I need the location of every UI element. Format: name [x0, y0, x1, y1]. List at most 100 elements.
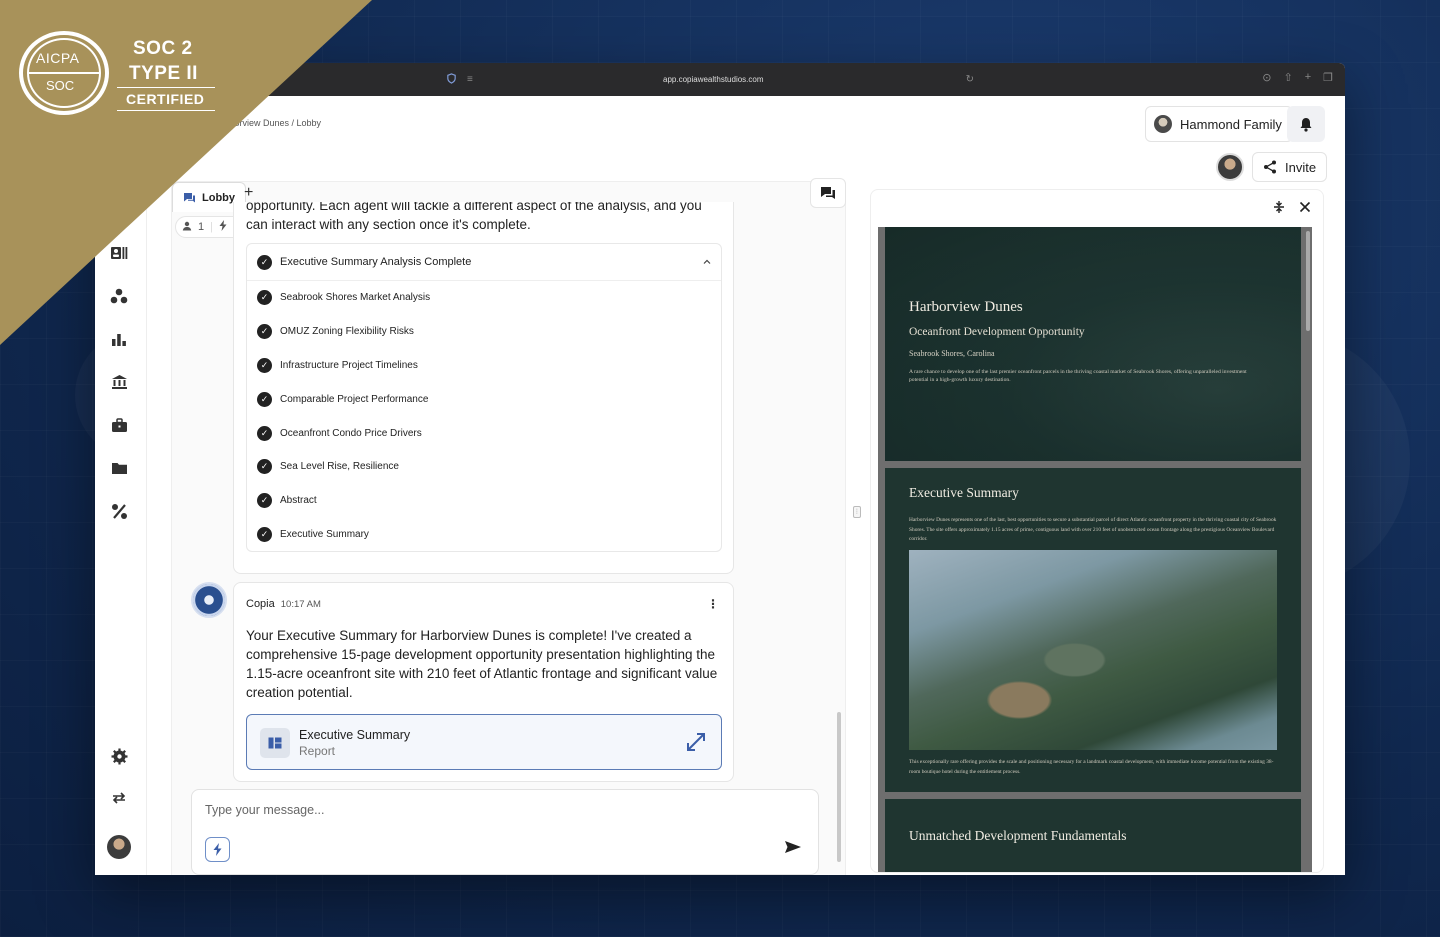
checklist-item-label: Abstract — [280, 495, 317, 507]
check-icon: ✓ — [257, 290, 272, 306]
copia-avatar — [191, 582, 227, 618]
app-root: Harborview Dunes / Lobby Hammond Family — [95, 96, 1345, 875]
slide-description: A rare chance to develop one of the last… — [909, 369, 1247, 383]
chevron-up-icon[interactable] — [703, 256, 711, 267]
user-avatar[interactable] — [107, 835, 131, 859]
chart-icon[interactable] — [109, 329, 129, 349]
badge-divider — [29, 72, 99, 74]
left-sidebar — [95, 151, 147, 875]
new-tab-icon[interactable]: + — [1305, 71, 1311, 84]
badge-rule — [117, 110, 215, 111]
notifications-button[interactable] — [1287, 106, 1325, 142]
invite-button[interactable]: Invite — [1252, 152, 1328, 182]
message-composer — [191, 789, 819, 875]
badge-line2: TYPE II — [129, 63, 198, 84]
check-icon: ✓ — [257, 493, 272, 509]
slide-title: Harborview Dunes — [909, 299, 1023, 315]
bank-icon[interactable] — [109, 372, 129, 392]
viewer-scrollbar[interactable] — [1306, 231, 1310, 331]
users-count: 1 — [198, 221, 205, 233]
chat-panel: Lobby + 1 | 8 opportunity. Each agent wi… — [171, 178, 846, 875]
share-icon[interactable]: ⇧ — [1283, 71, 1292, 84]
send-button[interactable] — [784, 840, 802, 859]
shield-icon — [446, 72, 457, 87]
network-icon[interactable] — [109, 286, 129, 306]
checklist-item[interactable]: ✓ Sea Level Rise, Resilience — [247, 450, 721, 484]
dashboard-icon — [260, 728, 290, 758]
collaborator-avatar[interactable] — [1216, 153, 1244, 181]
checklist-item[interactable]: ✓ Oceanfront Condo Price Drivers — [247, 416, 721, 450]
expand-icon[interactable] — [685, 731, 707, 758]
share-icon — [1264, 160, 1276, 174]
chat-bubble-icon — [184, 192, 195, 202]
swap-icon[interactable] — [109, 788, 129, 808]
sender-name: Copia — [246, 598, 275, 610]
briefcase-icon[interactable] — [109, 415, 129, 435]
close-icon[interactable] — [1299, 200, 1311, 217]
checklist-item-label: Comparable Project Performance — [280, 393, 429, 405]
quick-actions-button[interactable] — [205, 837, 230, 862]
agent-progress-message: opportunity. Each agent will tackle a di… — [233, 202, 734, 574]
family-selector-button[interactable]: Hammond Family — [1145, 106, 1293, 142]
preview-toolbar — [1273, 200, 1311, 217]
address-bar[interactable]: ≡ app.copiawealthstudios.com ↻ — [440, 70, 980, 89]
download-icon[interactable]: ⊙ — [1262, 71, 1271, 84]
badge-aicpa: AICPA — [36, 50, 80, 66]
message-time: 10:17 AM — [280, 599, 321, 610]
reload-icon[interactable]: ↻ — [966, 74, 974, 85]
message-input[interactable] — [205, 800, 765, 820]
chat-threads-button[interactable] — [810, 178, 846, 208]
slide-subtitle: Oceanfront Development Opportunity — [909, 326, 1085, 338]
badge-soc: SOC — [46, 78, 75, 93]
checklist-item[interactable]: ✓ Infrastructure Project Timelines — [247, 349, 721, 383]
more-options-icon[interactable]: ⋮ — [707, 597, 719, 611]
settings-icon[interactable] — [109, 746, 129, 766]
checklist-item[interactable]: ✓ Comparable Project Performance — [247, 382, 721, 416]
check-icon: ✓ — [257, 526, 272, 542]
browser-window: ≡ app.copiawealthstudios.com ↻ ⊙ ⇧ + ❐ H… — [95, 63, 1345, 875]
app-header: Harborview Dunes / Lobby Hammond Family — [95, 96, 1345, 151]
aerial-property-image — [909, 550, 1277, 750]
folder-icon[interactable] — [109, 458, 129, 478]
percent-icon[interactable] — [109, 501, 129, 521]
checklist-header[interactable]: ✓ Executive Summary Analysis Complete — [247, 244, 721, 281]
checklist-item-label: Seabrook Shores Market Analysis — [280, 292, 431, 304]
check-icon: ✓ — [257, 357, 272, 373]
checklist-item-label: Executive Summary — [280, 528, 369, 540]
badge-line3: CERTIFIED — [126, 91, 205, 107]
checklist-item[interactable]: ✓ Abstract — [247, 484, 721, 518]
checklist-item-label: Infrastructure Project Timelines — [280, 359, 418, 371]
report-attachment[interactable]: Executive Summary Report — [246, 714, 722, 770]
url-text[interactable]: app.copiawealthstudios.com — [663, 75, 764, 84]
chat-scrollbar[interactable] — [837, 712, 841, 862]
panel-resize-handle[interactable]: ⋮ — [853, 506, 861, 518]
message-meta: Copia 10:17 AM — [246, 598, 321, 610]
checklist-item[interactable]: ✓ Seabrook Shores Market Analysis — [247, 281, 721, 315]
add-tab-button[interactable]: + — [244, 184, 253, 202]
collapse-icon[interactable] — [1273, 200, 1285, 217]
breadcrumb[interactable]: Harborview Dunes / Lobby — [215, 118, 321, 128]
check-icon: ✓ — [257, 391, 272, 407]
checklist-item-label: Oceanfront Condo Price Drivers — [280, 427, 422, 439]
bell-icon — [1300, 117, 1312, 132]
fundamentals-slide: Unmatched Development Fundamentals — [885, 799, 1301, 872]
slide-footer-text: This exceptionally rare offering provide… — [909, 759, 1274, 775]
checklist-item-label: OMUZ Zoning Flexibility Risks — [280, 326, 414, 338]
contacts-icon[interactable] — [109, 243, 129, 263]
send-icon — [785, 841, 801, 853]
cover-slide: Harborview Dunes Oceanfront Development … — [885, 227, 1301, 461]
copia-message: Copia 10:17 AM ⋮ Your Executive Summary f… — [233, 582, 734, 782]
reader-icon[interactable]: ≡ — [467, 74, 473, 85]
slide-location: Seabrook Shores, Carolina — [909, 349, 995, 358]
checklist-item[interactable]: ✓ OMUZ Zoning Flexibility Risks — [247, 315, 721, 349]
tab-label: Lobby — [202, 191, 235, 204]
family-avatar — [1154, 115, 1172, 133]
document-viewer[interactable]: Harborview Dunes Oceanfront Development … — [878, 227, 1312, 872]
checklist-item[interactable]: ✓ Executive Summary — [247, 518, 721, 552]
user-icon — [182, 221, 192, 234]
tabs-overview-icon[interactable]: ❐ — [1323, 71, 1333, 84]
slide-heading: Unmatched Development Fundamentals — [909, 828, 1127, 843]
attachment-title: Executive Summary — [299, 728, 411, 742]
badge-line1: SOC 2 — [133, 38, 193, 59]
executive-summary-slide: Executive Summary Harborview Dunes repre… — [885, 468, 1301, 792]
